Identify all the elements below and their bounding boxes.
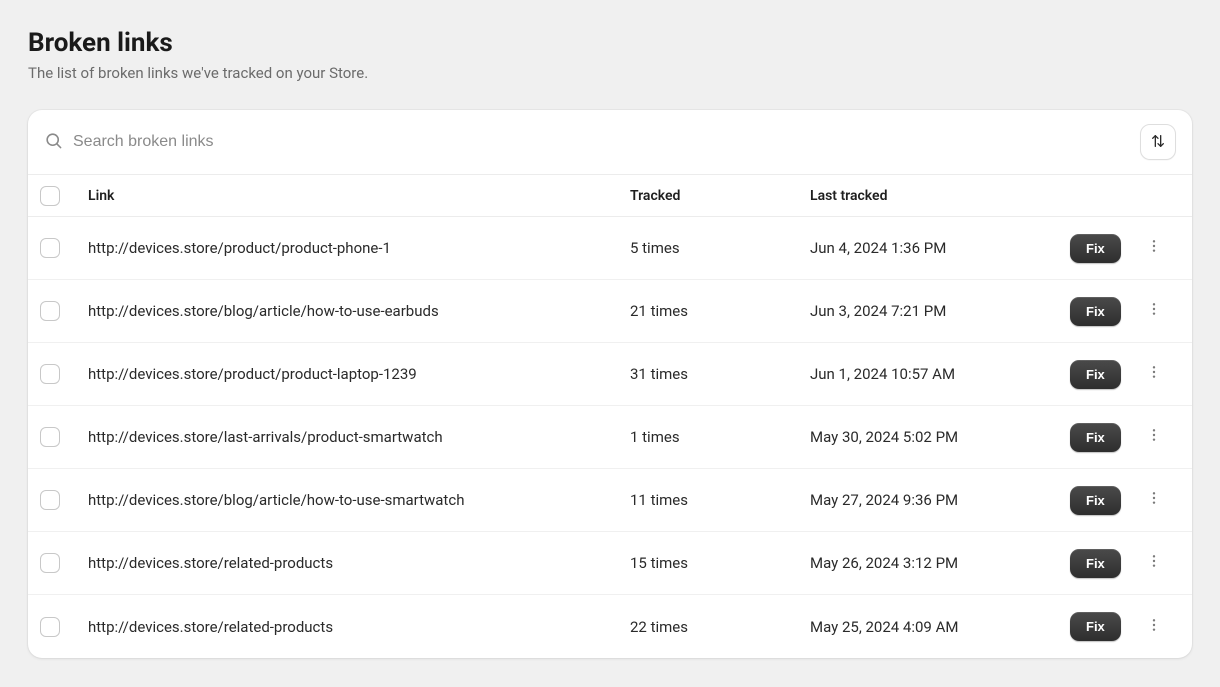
tracked-cell: 15 times xyxy=(630,554,810,572)
more-button[interactable] xyxy=(1140,486,1168,514)
last-tracked-cell: Jun 3, 2024 7:21 PM xyxy=(810,302,1070,320)
row-checkbox[interactable] xyxy=(40,301,60,321)
table-row: http://devices.store/blog/article/how-to… xyxy=(28,280,1192,343)
row-checkbox[interactable] xyxy=(40,553,60,573)
last-tracked-cell: May 30, 2024 5:02 PM xyxy=(810,428,1070,446)
fix-button[interactable]: Fix xyxy=(1070,234,1121,263)
column-last-tracked: Last tracked xyxy=(810,188,1070,204)
last-tracked-cell: May 27, 2024 9:36 PM xyxy=(810,491,1070,509)
fix-cell: Fix xyxy=(1070,234,1140,263)
fix-cell: Fix xyxy=(1070,297,1140,326)
row-checkbox-cell xyxy=(40,617,88,637)
tracked-cell: 31 times xyxy=(630,365,810,383)
more-icon xyxy=(1146,364,1162,384)
fix-cell: Fix xyxy=(1070,360,1140,389)
fix-button[interactable]: Fix xyxy=(1070,549,1121,578)
row-checkbox[interactable] xyxy=(40,238,60,258)
fix-button[interactable]: Fix xyxy=(1070,486,1121,515)
tracked-cell: 11 times xyxy=(630,491,810,509)
more-button[interactable] xyxy=(1140,297,1168,325)
page: Broken links The list of broken links we… xyxy=(6,6,1214,681)
link-cell: http://devices.store/related-products xyxy=(88,554,630,572)
more-icon xyxy=(1146,301,1162,321)
fix-cell: Fix xyxy=(1070,612,1140,641)
row-checkbox[interactable] xyxy=(40,617,60,637)
link-cell: http://devices.store/product/product-lap… xyxy=(88,365,630,383)
table-row: http://devices.store/product/product-lap… xyxy=(28,343,1192,406)
last-tracked-cell: Jun 1, 2024 10:57 AM xyxy=(810,365,1070,383)
table-row: http://devices.store/blog/article/how-to… xyxy=(28,469,1192,532)
fix-button[interactable]: Fix xyxy=(1070,297,1121,326)
fix-cell: Fix xyxy=(1070,423,1140,452)
row-checkbox[interactable] xyxy=(40,427,60,447)
more-icon xyxy=(1146,490,1162,510)
more-button[interactable] xyxy=(1140,613,1168,641)
fix-button[interactable]: Fix xyxy=(1070,360,1121,389)
table-row: http://devices.store/last-arrivals/produ… xyxy=(28,406,1192,469)
more-button[interactable] xyxy=(1140,234,1168,262)
page-title: Broken links xyxy=(28,28,1192,58)
link-cell: http://devices.store/blog/article/how-to… xyxy=(88,302,630,320)
more-icon xyxy=(1146,553,1162,573)
more-button[interactable] xyxy=(1140,549,1168,577)
fix-button[interactable]: Fix xyxy=(1070,612,1121,641)
table-body: http://devices.store/product/product-pho… xyxy=(28,217,1192,658)
broken-links-card: Link Tracked Last tracked http://devices… xyxy=(28,110,1192,658)
fix-cell: Fix xyxy=(1070,549,1140,578)
row-checkbox-cell xyxy=(40,301,88,321)
link-cell: http://devices.store/last-arrivals/produ… xyxy=(88,428,630,446)
link-cell: http://devices.store/related-products xyxy=(88,618,630,636)
search-field xyxy=(44,131,1130,154)
search-icon xyxy=(44,131,63,154)
tracked-cell: 22 times xyxy=(630,618,810,636)
fix-cell: Fix xyxy=(1070,486,1140,515)
last-tracked-cell: May 25, 2024 4:09 AM xyxy=(810,618,1070,636)
more-icon xyxy=(1146,238,1162,258)
select-all-cell xyxy=(40,186,88,206)
tracked-cell: 5 times xyxy=(630,239,810,257)
tracked-cell: 21 times xyxy=(630,302,810,320)
search-input[interactable] xyxy=(73,133,1130,151)
table-row: http://devices.store/related-products 15… xyxy=(28,532,1192,595)
table-header: Link Tracked Last tracked xyxy=(28,175,1192,217)
link-cell: http://devices.store/product/product-pho… xyxy=(88,239,630,257)
row-checkbox-cell xyxy=(40,364,88,384)
column-link: Link xyxy=(88,188,630,204)
last-tracked-cell: May 26, 2024 3:12 PM xyxy=(810,554,1070,572)
more-icon xyxy=(1146,427,1162,447)
page-subtitle: The list of broken links we've tracked o… xyxy=(28,64,1192,82)
row-checkbox[interactable] xyxy=(40,490,60,510)
last-tracked-cell: Jun 4, 2024 1:36 PM xyxy=(810,239,1070,257)
search-bar xyxy=(28,110,1192,175)
row-checkbox-cell xyxy=(40,490,88,510)
row-checkbox-cell xyxy=(40,238,88,258)
sort-button[interactable] xyxy=(1140,124,1176,160)
table-row: http://devices.store/product/product-pho… xyxy=(28,217,1192,280)
table-row: http://devices.store/related-products 22… xyxy=(28,595,1192,658)
link-cell: http://devices.store/blog/article/how-to… xyxy=(88,491,630,509)
row-checkbox-cell xyxy=(40,427,88,447)
fix-button[interactable]: Fix xyxy=(1070,423,1121,452)
row-checkbox[interactable] xyxy=(40,364,60,384)
more-button[interactable] xyxy=(1140,423,1168,451)
sort-icon xyxy=(1150,133,1166,152)
row-checkbox-cell xyxy=(40,553,88,573)
tracked-cell: 1 times xyxy=(630,428,810,446)
select-all-checkbox[interactable] xyxy=(40,186,60,206)
more-button[interactable] xyxy=(1140,360,1168,388)
more-icon xyxy=(1146,617,1162,637)
column-tracked: Tracked xyxy=(630,188,810,204)
